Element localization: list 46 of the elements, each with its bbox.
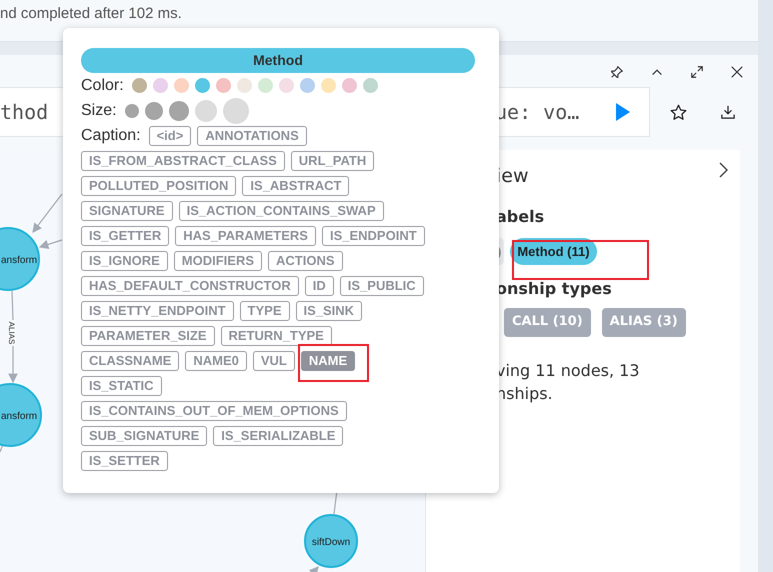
label-title: Method <box>81 48 475 73</box>
label-tag[interactable]: Method (11) <box>510 238 597 265</box>
caption-option[interactable]: HAS_DEFAULT_CONSTRUCTOR <box>81 276 299 296</box>
graph-node[interactable]: ansform <box>0 383 42 447</box>
caption-option[interactable]: IS_ENDPOINT <box>322 226 425 246</box>
graph-node[interactable]: ansform <box>0 227 40 291</box>
caption-option[interactable]: IS_NETTY_ENDPOINT <box>81 300 234 320</box>
caption-option[interactable]: IS_PUBLIC <box>340 276 424 296</box>
relationship-label: ALIAS <box>7 322 16 344</box>
caption-option[interactable]: NAME0 <box>185 350 247 370</box>
caption-option[interactable]: NAME <box>300 350 356 370</box>
caption-option[interactable]: URL_PATH <box>290 150 374 170</box>
graph-node[interactable]: siftDown <box>304 514 358 568</box>
caption-option[interactable]: CLASSNAME <box>81 350 180 370</box>
caption-option[interactable]: SUB_SIGNATURE <box>81 426 208 446</box>
caption-option[interactable]: ACTIONS <box>268 250 343 270</box>
caption-option[interactable]: TYPE <box>240 300 290 320</box>
relationship-tag[interactable]: CALL (10) <box>504 308 591 337</box>
section-heading: abels <box>496 207 544 226</box>
caption-option[interactable]: IS_FROM_ABSTRACT_CLASS <box>81 150 285 170</box>
caption-option[interactable]: ANNOTATIONS <box>197 126 307 146</box>
caption-option[interactable]: IS_SETTER <box>81 450 168 470</box>
caption-option[interactable]: VUL <box>252 350 295 370</box>
caption-option[interactable]: HAS_PARAMETERS <box>175 226 316 246</box>
caption-option[interactable]: POLLUTED_POSITION <box>81 176 236 196</box>
caption-option[interactable]: ID <box>304 276 334 296</box>
caption-option[interactable]: IS_ABSTRACT <box>242 176 350 196</box>
caption-option[interactable]: IS_SERIALIZABLE <box>213 426 344 446</box>
caption-option[interactable]: RETURN_TYPE <box>220 326 332 346</box>
size-label: Size: <box>81 102 117 120</box>
caption-option[interactable]: IS_STATIC <box>81 376 162 396</box>
caption-option[interactable]: SIGNATURE <box>81 200 173 220</box>
caption-option[interactable]: IS_ACTION_CONTAINS_SWAP <box>178 200 384 220</box>
caption-option[interactable]: <id> <box>148 126 192 146</box>
caption-option[interactable]: IS_GETTER <box>81 226 170 246</box>
status-message: nd completed after 102 ms. <box>0 5 182 22</box>
section-heading: onship types <box>496 279 612 298</box>
caption-label: Caption: <box>81 126 141 144</box>
query-text: thod <box>0 100 48 124</box>
caption-option[interactable]: PARAMETER_SIZE <box>81 326 214 346</box>
relationship-tag[interactable]: ALIAS (3) <box>602 308 686 337</box>
caption-option[interactable]: IS_SINK <box>296 300 362 320</box>
caption-option[interactable]: IS_IGNORE <box>81 250 168 270</box>
color-label: Color: <box>81 76 124 94</box>
caption-option[interactable]: IS_CONTAINS_OUT_OF_MEM_OPTIONS <box>81 400 347 420</box>
caption-option[interactable]: MODIFIERS <box>174 250 262 270</box>
